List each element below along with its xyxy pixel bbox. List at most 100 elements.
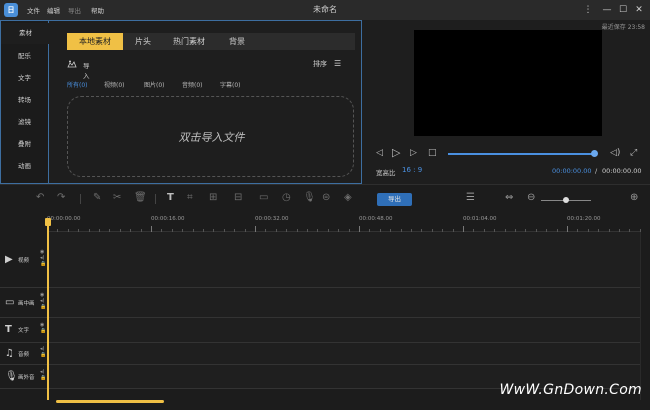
- track-lane-video[interactable]: [49, 232, 640, 288]
- media-panel: 素材 配乐 文字 转场 滤镜 叠附 动画 本地素材 片头 热门素材 背景 导入 …: [0, 20, 362, 184]
- minimize-button[interactable]: —: [600, 3, 614, 17]
- filter-audio[interactable]: 音频(0): [182, 80, 203, 89]
- timeline-zoom-handle[interactable]: [563, 197, 569, 203]
- color-fill-icon[interactable]: ◈: [344, 192, 352, 203]
- menu-file[interactable]: 文件: [27, 5, 40, 15]
- track-visibility-icon[interactable]: ◉ 🔒: [40, 322, 46, 334]
- more-icon[interactable]: ⋮: [581, 3, 595, 17]
- microphone-icon[interactable]: 🎙: [303, 192, 316, 203]
- filter-subtitle[interactable]: 字幕(0): [220, 80, 241, 89]
- music-track-icon: ♫: [5, 348, 14, 359]
- text-icon[interactable]: T: [167, 192, 174, 203]
- tab-intro[interactable]: 片头: [125, 33, 161, 50]
- microphone-track-icon: 🎙: [5, 371, 18, 382]
- track-lane-text[interactable]: [49, 318, 640, 343]
- next-frame-icon[interactable]: ▷: [410, 148, 417, 158]
- menu-export[interactable]: 导出: [68, 5, 81, 15]
- app-logo: 日: [4, 3, 18, 17]
- sort-button[interactable]: 排序: [313, 59, 327, 69]
- drop-zone-text: 双击导入文件: [178, 131, 245, 144]
- playback-progress-handle[interactable]: [591, 150, 598, 157]
- undo-icon[interactable]: ↶: [36, 192, 44, 203]
- track-header-pip: ▭ 画中画 ◉ ◂) 🔒: [0, 288, 47, 318]
- export-button[interactable]: 导出: [377, 193, 412, 206]
- title-bar: 日 文件 编辑 导出 帮助 未命名 ⋮ — ☐ ✕: [0, 0, 650, 20]
- import-icon: [67, 60, 77, 68]
- fullscreen-icon[interactable]: ⤢: [630, 148, 637, 158]
- track-mute-icon[interactable]: ◂) 🔒: [40, 369, 46, 381]
- maximize-button[interactable]: ☐: [616, 3, 630, 17]
- track-name: 视频: [18, 258, 30, 264]
- scissors-icon[interactable]: ✂: [113, 192, 121, 203]
- redo-icon[interactable]: ↷: [57, 192, 65, 203]
- side-tab-text[interactable]: 文字: [1, 68, 48, 89]
- zoom-in-icon[interactable]: ⊕: [630, 192, 638, 203]
- side-tab-music[interactable]: 配乐: [1, 46, 48, 67]
- menu-help[interactable]: 帮助: [91, 5, 104, 15]
- watermark-text: WwW.GnDown.Com: [499, 382, 642, 398]
- side-tab-media[interactable]: 素材: [1, 23, 50, 44]
- speed-icon[interactable]: ◷: [282, 192, 291, 203]
- filter-all[interactable]: 所有(0): [67, 80, 88, 89]
- play-icon[interactable]: ▷: [392, 146, 400, 159]
- aspect-ratio-select[interactable]: 16 : 9: [402, 166, 422, 174]
- category-sidebar: 素材 配乐 文字 转场 滤镜 叠附 动画: [1, 21, 50, 183]
- side-tab-filter[interactable]: 滤镜: [1, 112, 48, 133]
- track-mute-icon[interactable]: ◂) 🔒: [40, 346, 46, 358]
- mosaic-icon[interactable]: ⊞: [209, 192, 217, 203]
- side-tab-transition[interactable]: 转场: [1, 90, 48, 111]
- current-time: 00:00:00.00: [552, 167, 592, 175]
- prev-frame-icon[interactable]: ◁: [376, 148, 383, 158]
- track-header-text: T 文字 ◉ 🔒: [0, 318, 47, 343]
- volume-icon[interactable]: ◁): [610, 148, 620, 158]
- track-header-audio: ♫ 音频 ◂) 🔒: [0, 343, 47, 365]
- list-sort-icon[interactable]: ☰: [334, 59, 341, 68]
- track-name: 文字: [18, 328, 30, 334]
- delete-icon[interactable]: 🗑: [134, 192, 147, 203]
- track-name: 画外音: [18, 375, 35, 381]
- time-ruler[interactable]: 00:00:00.00 00:00:16.00 00:00:32.00 00:0…: [47, 212, 641, 232]
- total-time: 00:00:00.00: [602, 167, 642, 175]
- autosave-status: 最近保存 23:58: [601, 24, 645, 31]
- zoom-out-icon[interactable]: ⊖: [527, 192, 535, 203]
- track-header-voiceover: 🎙 画外音 ◂) 🔒: [0, 365, 47, 389]
- close-button[interactable]: ✕: [632, 3, 646, 17]
- tab-background[interactable]: 背景: [217, 33, 257, 50]
- filter-image[interactable]: 图片(0): [144, 80, 165, 89]
- split-screen-icon[interactable]: ⊟: [234, 192, 242, 203]
- tab-hot-media[interactable]: 热门素材: [163, 33, 215, 50]
- filter-video[interactable]: 视频(0): [104, 80, 125, 89]
- video-track-icon: ▶: [5, 254, 13, 265]
- audio-adjust-icon[interactable]: ⊜: [322, 192, 330, 203]
- toolbar-divider: [80, 194, 81, 204]
- edit-toolbar: ↶ ↷ ✎ ✂ 🗑 T ⌗ ⊞ ⊟ ▭ ◷ 🎙 ⊜ ◈ 导出 ☰ ⇔ ⊖ ⊕: [0, 184, 650, 212]
- import-drop-zone[interactable]: 双击导入文件: [67, 96, 354, 177]
- track-header-video: ▶ 视频 ◉ ◂) 🔒: [0, 232, 47, 288]
- track-visibility-icon[interactable]: ◉ ◂) 🔒: [40, 292, 46, 310]
- horizontal-scrollbar[interactable]: [56, 400, 164, 403]
- playback-progress-bar[interactable]: [448, 153, 594, 155]
- tab-local-media[interactable]: 本地素材: [67, 33, 123, 50]
- side-tab-overlay[interactable]: 叠附: [1, 134, 48, 155]
- track-lane-audio[interactable]: [49, 343, 640, 365]
- pip-icon[interactable]: ▭: [259, 192, 268, 203]
- crop-icon[interactable]: ⌗: [187, 192, 193, 203]
- toolbar-divider: [155, 194, 156, 204]
- video-preview[interactable]: [414, 30, 602, 136]
- media-source-tabs: 本地素材 片头 热门素材 背景: [67, 33, 355, 50]
- text-track-icon: T: [5, 324, 12, 335]
- playhead-handle[interactable]: [45, 218, 51, 226]
- track-name: 画中画: [18, 301, 35, 307]
- timeline: 00:00:00.00 00:00:16.00 00:00:32.00 00:0…: [0, 212, 650, 410]
- fit-timeline-icon[interactable]: ⇔: [505, 192, 513, 203]
- side-tab-animation[interactable]: 动画: [1, 156, 48, 177]
- track-lane-pip[interactable]: [49, 288, 640, 318]
- ruler-ticks: [47, 212, 641, 232]
- track-height-icon[interactable]: ☰: [466, 192, 475, 203]
- track-visibility-icon[interactable]: ◉ ◂) 🔒: [40, 249, 46, 267]
- import-label: 导入: [83, 62, 90, 80]
- edit-pencil-icon[interactable]: ✎: [93, 192, 101, 203]
- menu-edit[interactable]: 编辑: [47, 5, 60, 15]
- vertical-scrollbar[interactable]: [640, 232, 641, 400]
- stop-icon[interactable]: □: [428, 148, 437, 158]
